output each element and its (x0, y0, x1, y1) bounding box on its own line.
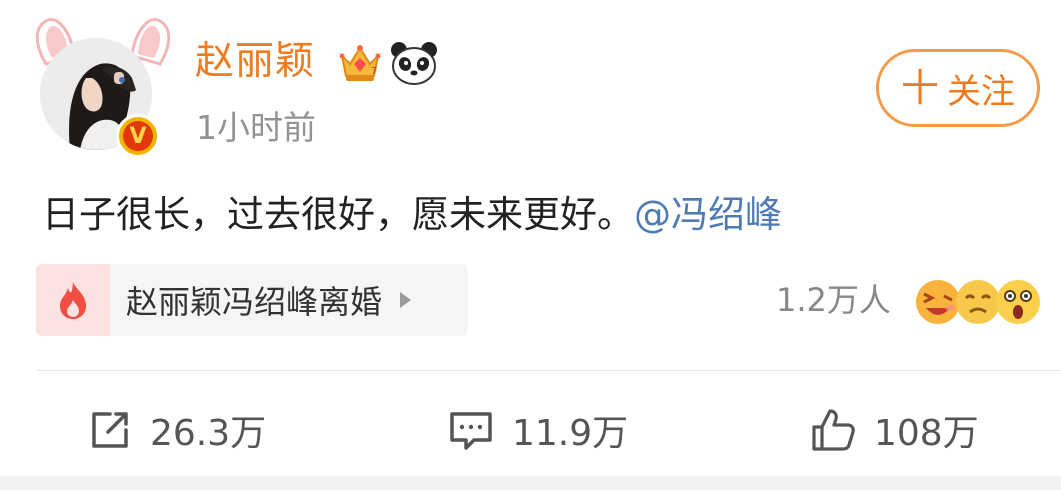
post-time: 1小时前 (196, 108, 316, 147)
comment-button[interactable]: 11.9万 (448, 404, 628, 456)
avatar[interactable]: V (28, 14, 178, 164)
topic-chip[interactable]: 赵丽颖冯绍峰离婚 (36, 264, 468, 336)
mention-link[interactable]: @冯绍峰 (634, 193, 782, 236)
comment-icon (450, 412, 492, 450)
fire-icon (60, 282, 86, 319)
follow-button[interactable]: 十 关注 (876, 49, 1040, 127)
topic-label: 赵丽颖冯绍峰离婚 (126, 283, 383, 321)
repost-button[interactable]: 26.3万 (88, 404, 266, 456)
panda-icon (391, 42, 437, 85)
fire-icon-box (36, 264, 110, 336)
reaction-emojis[interactable] (914, 278, 1044, 326)
like-button[interactable]: 108万 (810, 404, 979, 456)
surprised-emoji-icon (996, 280, 1040, 324)
follow-label: 关注 (947, 71, 1015, 112)
divider (36, 370, 1061, 371)
repost-count: 26.3万 (150, 413, 267, 454)
thumbs-up-icon (812, 409, 855, 451)
user-name[interactable]: 赵丽颖 (195, 42, 315, 81)
svg-text:7: 7 (371, 66, 377, 77)
chevron-right-icon (400, 292, 412, 308)
post-text: 日子很长，过去很好，愿未来更好。@冯绍峰 (42, 193, 782, 237)
plus-icon: 十 (900, 66, 939, 110)
verified-v-badge: V (116, 114, 160, 158)
crown-icon: 7 (339, 45, 381, 81)
bottom-strip (0, 476, 1061, 490)
like-count: 108万 (874, 413, 979, 454)
sad-emoji-icon (956, 280, 1000, 324)
comment-count: 11.9万 (512, 413, 629, 454)
laughing-emoji-icon (916, 280, 960, 324)
repost-icon (92, 412, 128, 448)
reaction-count: 1.2万人 (776, 281, 891, 319)
post-text-body: 日子很长，过去很好，愿未来更好。 (42, 193, 634, 236)
